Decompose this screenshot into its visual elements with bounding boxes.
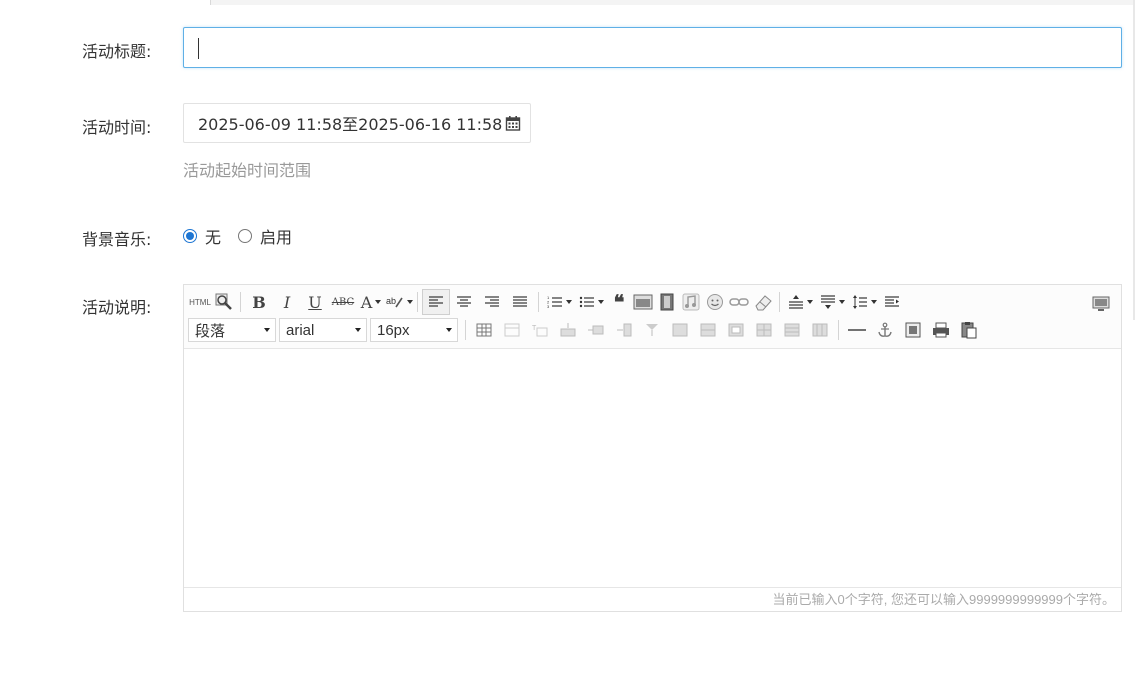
svg-text:ab: ab (386, 296, 396, 306)
align-right-icon[interactable] (478, 289, 506, 315)
text-caret (198, 38, 199, 59)
radio-none-label[interactable]: 无 (205, 224, 221, 248)
merge-cells-icon[interactable] (666, 317, 694, 343)
toolbar-row-1: HTML B I U ABC A ab 1 2 3 ❝ (188, 289, 904, 315)
print-icon[interactable] (927, 317, 955, 343)
anchor-icon[interactable] (871, 317, 899, 343)
toolbar-separator (838, 320, 839, 340)
unordered-list-icon[interactable] (575, 289, 607, 315)
merge-down-icon[interactable] (722, 317, 750, 343)
fullscreen-icon[interactable] (1087, 291, 1115, 317)
eraser-icon[interactable] (751, 289, 775, 315)
link-icon[interactable] (727, 289, 751, 315)
strikethrough-icon[interactable]: ABC (329, 289, 357, 315)
desc-label: 活动说明: (82, 298, 152, 317)
align-left-icon[interactable] (422, 289, 450, 315)
row-spacing-bottom-icon[interactable] (816, 289, 848, 315)
paragraph-select[interactable]: 段落 (188, 318, 276, 342)
toolbar-separator (240, 292, 241, 312)
svg-text:T: T (532, 325, 537, 332)
paste-icon[interactable] (955, 317, 983, 343)
toolbar-separator (779, 292, 780, 312)
date-range-value: 2025-06-09 11:58至2025-06-16 11:58 (198, 115, 503, 134)
source-icon[interactable]: HTML (188, 289, 212, 315)
toolbar-row-2: 段落 arial 16px T (188, 317, 983, 343)
row-spacing-top-icon[interactable] (784, 289, 816, 315)
bold-icon[interactable]: B (245, 289, 273, 315)
delete-row-icon[interactable] (582, 317, 610, 343)
font-color-icon[interactable]: A (357, 289, 385, 315)
align-center-icon[interactable] (450, 289, 478, 315)
horizontal-rule-icon[interactable] (843, 317, 871, 343)
radio-none[interactable] (183, 229, 197, 243)
italic-icon[interactable]: I (273, 289, 301, 315)
editor-word-count: 当前已输入0个字符, 您还可以输入9999999999999个字符。 (184, 587, 1121, 611)
svg-text:3: 3 (547, 304, 550, 309)
insert-row-icon[interactable] (554, 317, 582, 343)
top-divider-line (210, 0, 211, 5)
indent-icon[interactable] (880, 289, 904, 315)
split-cells-icon[interactable] (750, 317, 778, 343)
underline-icon[interactable]: U (301, 289, 329, 315)
table-icon[interactable] (470, 317, 498, 343)
split-cols-icon[interactable] (806, 317, 834, 343)
title-input[interactable] (183, 27, 1122, 68)
justify-icon[interactable] (506, 289, 534, 315)
date-range-input[interactable]: 2025-06-09 11:58至2025-06-16 11:58 (183, 103, 531, 143)
top-divider-bar (210, 0, 1135, 5)
radio-enable-label[interactable]: 启用 (260, 224, 292, 248)
music-label: 背景音乐: (82, 230, 152, 249)
title-label: 活动标题: (82, 42, 152, 61)
toolbar-separator (538, 292, 539, 312)
calendar-icon[interactable] (505, 115, 521, 131)
preview-icon[interactable] (212, 289, 236, 315)
toolbar-separator (417, 292, 418, 312)
emoji-icon[interactable] (703, 289, 727, 315)
insert-col-icon[interactable] (610, 317, 638, 343)
split-rows-icon[interactable] (778, 317, 806, 343)
insert-title-row-icon[interactable]: T (526, 317, 554, 343)
time-label: 活动时间: (82, 118, 152, 137)
music-radio-group: 无 启用 (183, 225, 309, 247)
toolbar-separator (465, 320, 466, 340)
insert-image-icon[interactable] (899, 317, 927, 343)
editor-toolbar: HTML B I U ABC A ab 1 2 3 ❝ 段落 arial 16p… (184, 285, 1121, 349)
font-family-select[interactable]: arial (279, 318, 367, 342)
radio-enable[interactable] (238, 229, 253, 243)
merge-right-icon[interactable] (694, 317, 722, 343)
rich-text-editor: HTML B I U ABC A ab 1 2 3 ❝ 段落 arial 16p… (183, 284, 1122, 612)
table-props-icon[interactable] (498, 317, 526, 343)
ordered-list-icon[interactable]: 123 (543, 289, 575, 315)
time-hint: 活动起始时间范围 (183, 161, 312, 180)
video-icon[interactable] (655, 289, 679, 315)
highlight-icon[interactable]: ab (385, 289, 413, 315)
blockquote-icon[interactable]: ❝ (607, 289, 631, 315)
editor-content-area[interactable] (184, 349, 1121, 587)
delete-col-icon[interactable] (638, 317, 666, 343)
image-icon[interactable] (631, 289, 655, 315)
font-size-select[interactable]: 16px (370, 318, 458, 342)
line-height-icon[interactable] (848, 289, 880, 315)
music-icon[interactable] (679, 289, 703, 315)
